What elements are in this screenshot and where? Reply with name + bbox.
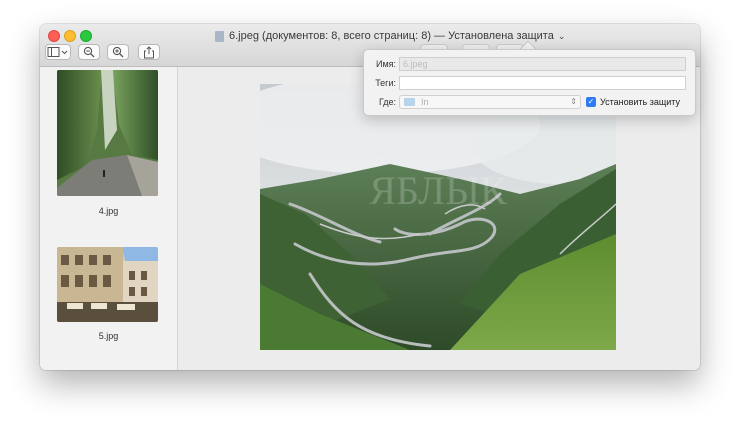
name-field[interactable]: 6.jpeg [399, 57, 686, 71]
zoom-in-icon [112, 46, 124, 58]
title-popover: Имя: 6.jpeg Теги: Где: In ⇕ ✓ Установить… [363, 49, 696, 116]
chevron-down-icon: ⌄ [557, 30, 566, 41]
name-label: Имя: [375, 59, 396, 69]
thumbnail-label-4: 4.jpg [98, 206, 119, 216]
protect-checkbox-row[interactable]: ✓ Установить защиту [586, 97, 680, 107]
where-value: In [421, 97, 429, 107]
tags-label: Теги: [375, 78, 396, 88]
share-icon [144, 45, 154, 58]
protect-checkbox[interactable]: ✓ [586, 97, 596, 107]
zoom-out-icon [83, 46, 95, 58]
thumbnail-label-5: 5.jpg [98, 331, 119, 341]
share-button[interactable] [138, 44, 160, 60]
window-title-text: 6.jpeg (документов: 8, всего страниц: 8)… [229, 30, 554, 42]
thumbnail-image-5[interactable] [57, 247, 158, 322]
chevron-updown-icon: ⇕ [570, 97, 577, 106]
window-title[interactable]: 6.jpeg (документов: 8, всего страниц: 8)… [215, 28, 565, 44]
minimize-button[interactable] [64, 30, 76, 42]
zoom-in-button[interactable] [107, 44, 129, 60]
main-photo: ЯБЛЫК [220, 74, 650, 350]
sidebar-toggle-button[interactable] [45, 44, 71, 60]
mountain-road-image: ЯБЛЫК [220, 74, 650, 350]
protect-label: Установить защиту [600, 97, 681, 107]
jpeg-document-icon [215, 30, 224, 42]
folder-icon [404, 98, 415, 106]
where-label: Где: [378, 97, 396, 107]
zoom-button[interactable] [80, 30, 92, 42]
thumbnail-image-4[interactable] [57, 70, 158, 196]
tags-field[interactable] [399, 76, 686, 90]
where-select[interactable]: In ⇕ [399, 95, 581, 109]
zoom-out-button[interactable] [78, 44, 100, 60]
sidebar-icon [47, 47, 68, 57]
close-button[interactable] [48, 30, 60, 42]
thumbnail-sidebar[interactable]: 4.jpg 5.jpg [40, 67, 178, 370]
watermark-text: ЯБЛЫК [369, 168, 507, 213]
